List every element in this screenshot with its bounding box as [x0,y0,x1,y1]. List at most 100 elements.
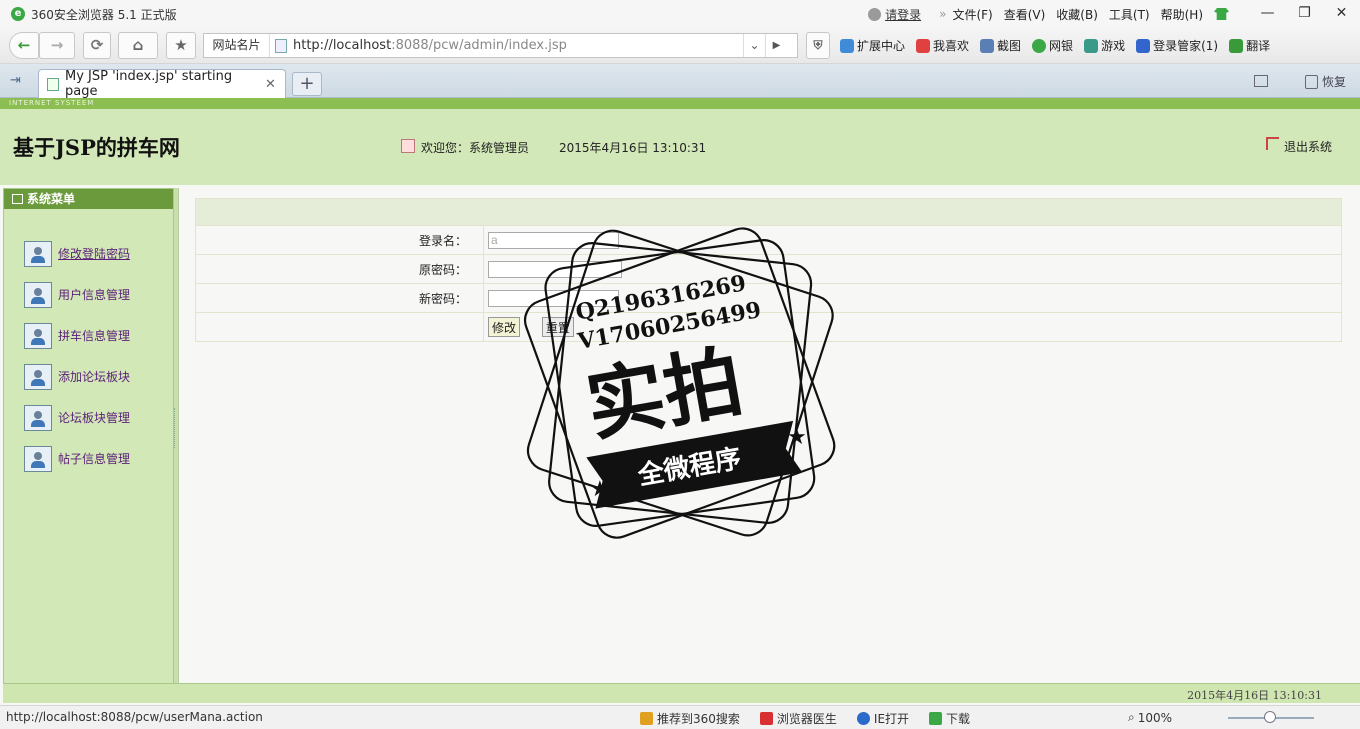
forward-arrow-icon[interactable]: → [39,32,75,59]
user-card-icon [24,281,52,308]
extensions-button[interactable]: 扩展中心 [840,37,905,54]
screenshot-label: 截图 [997,39,1022,53]
open-in-ie-button[interactable]: IE打开 [856,710,910,727]
heart-icon [916,38,931,53]
sidebar-item-user-management[interactable]: 用户信息管理 [24,274,130,315]
games-label: 游戏 [1101,39,1126,53]
address-bar[interactable]: 网站名片 http://localhost:8088/pcw/admin/ind… [203,33,798,58]
restore-button[interactable]: ❐ [1286,0,1323,28]
system-menu: 系统菜单 修改登陆密码 用户信息管理 拼车信息管理 添加论坛板块 论坛板块管理 … [3,188,174,686]
url-path: :8088/pcw/admin/index.jsp [391,38,567,53]
favorites-label: 我喜欢 [933,39,970,53]
tab-title: My JSP 'index.jsp' starting page [65,69,233,99]
trash-icon [1304,74,1318,89]
chevron-down-icon[interactable]: ⌄ [743,34,765,57]
status-url: http://localhost:8088/pcw/userMana.actio… [6,710,263,724]
zoom-control[interactable]: ⌕ 100% [1128,710,1172,725]
back-arrow-icon[interactable]: ← [9,32,39,59]
download-button[interactable]: 下载 [929,710,970,727]
browser-titlebar: e 360安全浏览器 5.1 正式版 请登录 » 文件(F) 查看(V) 收藏(… [0,0,1360,28]
new-password-label: 新密码： [195,283,484,313]
login-manager-button[interactable]: 登录管家(1) [1136,37,1218,54]
menu-file[interactable]: 文件(F) [952,6,992,23]
browser-doctor-button[interactable]: 浏览器医生 [759,710,837,727]
restore-label: 恢复 [1321,75,1346,89]
edit-icon [12,194,23,204]
site-header: 基于JSP的拼车网 欢迎您：系统管理员 2015年4月16日 13:10:31 … [0,109,1360,185]
magnifier-icon: ⌕ [1128,710,1135,724]
page-icon [275,38,287,53]
login-link[interactable]: 请登录 [868,6,921,23]
bottom-bar: 2015年4月16日 13:10:31 [3,683,1360,703]
star-icon[interactable]: ★ [166,32,196,59]
go-icon[interactable]: ▶ [765,34,787,57]
banking-label: 网银 [1049,39,1074,53]
sidebar-item-post-management[interactable]: 帖子信息管理 [24,438,130,479]
sidebar-item-label: 论坛板块管理 [58,411,131,425]
menu-tools[interactable]: 工具(T) [1109,6,1150,23]
extensions-label: 扩展中心 [857,39,906,53]
toolbar-items: 扩展中心 我喜欢 截图 网银 游戏 登录管家(1) 翻译 [840,37,1281,54]
user-card-icon [24,322,52,349]
welcome-info: 欢迎您：系统管理员 2015年4月16日 13:10:31 [401,138,707,156]
user-card-icon [24,445,52,472]
sidebar-item-forum-board-management[interactable]: 论坛板块管理 [24,397,130,438]
watermark-stamp: Q2196316269 V17060256499 实拍 全微程序 ★ ★ [523,227,836,539]
games-button[interactable]: 游戏 [1084,37,1125,54]
system-menu-title: 系统菜单 [27,192,76,206]
user-card-icon [24,404,52,431]
gamepad-icon [1084,38,1099,53]
favorites-button[interactable]: 我喜欢 [916,37,969,54]
tab-active[interactable]: My JSP 'index.jsp' starting page ✕ [38,69,286,99]
translate-button[interactable]: 翻译 [1229,37,1270,54]
recommend-search-button[interactable]: 推荐到360搜索 [640,710,740,727]
browser-doctor-label: 浏览器医生 [776,712,837,726]
close-icon[interactable]: ✕ [265,77,276,92]
menu-view[interactable]: 查看(V) [1004,6,1046,23]
login-manager-label: 登录管家(1) [1153,39,1219,53]
windows-icon[interactable] [1254,75,1268,87]
sidebar-item-label: 添加论坛板块 [58,370,131,384]
banking-button[interactable]: 网银 [1032,37,1073,54]
zoom-slider-handle[interactable] [1264,711,1276,723]
header-datetime: 2015年4月16日 13:10:31 [559,141,707,155]
url-host: http://localhost [293,38,392,53]
restore-tabs-button[interactable]: 恢复 [1304,73,1346,90]
shield-icon[interactable]: ⛨ [806,32,830,59]
sidebar-toggle-icon[interactable]: ⇥ [10,73,26,88]
screenshot-button[interactable]: 截图 [980,37,1021,54]
home-icon[interactable]: ⌂ [118,32,158,59]
menu-help[interactable]: 帮助(H) [1161,6,1203,23]
new-tab-button[interactable]: + [292,72,322,96]
sidebar-item-add-forum-board[interactable]: 添加论坛板块 [24,356,130,397]
url-text[interactable]: http://localhost:8088/pcw/admin/index.js… [293,38,743,53]
status-bar: http://localhost:8088/pcw/userMana.actio… [0,705,1360,729]
browser-title: 360安全浏览器 5.1 正式版 [31,7,177,22]
logout-label: 退出系统 [1283,140,1332,154]
sidebar-item-change-password[interactable]: 修改登陆密码 [24,233,130,274]
sidebar-item-carpool-management[interactable]: 拼车信息管理 [24,315,130,356]
chevron-right-icon: » [939,7,947,21]
recommend-search-label: 推荐到360搜索 [657,712,740,726]
menu-favorites[interactable]: 收藏(B) [1056,6,1098,23]
minimize-button[interactable]: — [1249,0,1286,28]
skin-icon[interactable] [1214,8,1229,20]
open-in-ie-label: IE打开 [873,712,910,726]
empty-cell [195,312,484,342]
logout-link[interactable]: 退出系统 [1265,137,1332,155]
login-label: 请登录 [885,7,922,22]
tab-bar: ⇥ My JSP 'index.jsp' starting page ✕ + 恢… [0,64,1360,99]
star-icon: ★ [590,477,610,502]
download-arrow-icon [929,712,943,725]
refresh-icon[interactable]: ⟳ [83,32,111,59]
top-strip: INTERNET SYSTEEM [0,98,1360,109]
close-button[interactable]: ✕ [1323,0,1360,28]
footer-datetime: 2015年4月16日 13:10:31 [1187,689,1322,702]
sidebar-item-label: 修改登陆密码 [58,247,131,261]
sidebar-item-label: 帖子信息管理 [58,452,131,466]
extensions-icon [840,38,854,53]
site-card-button[interactable]: 网站名片 [204,34,270,57]
menu-items: 修改登陆密码 用户信息管理 拼车信息管理 添加论坛板块 论坛板块管理 帖子信息管… [24,233,130,479]
old-password-label: 原密码： [195,254,484,284]
key-icon [1136,38,1151,53]
